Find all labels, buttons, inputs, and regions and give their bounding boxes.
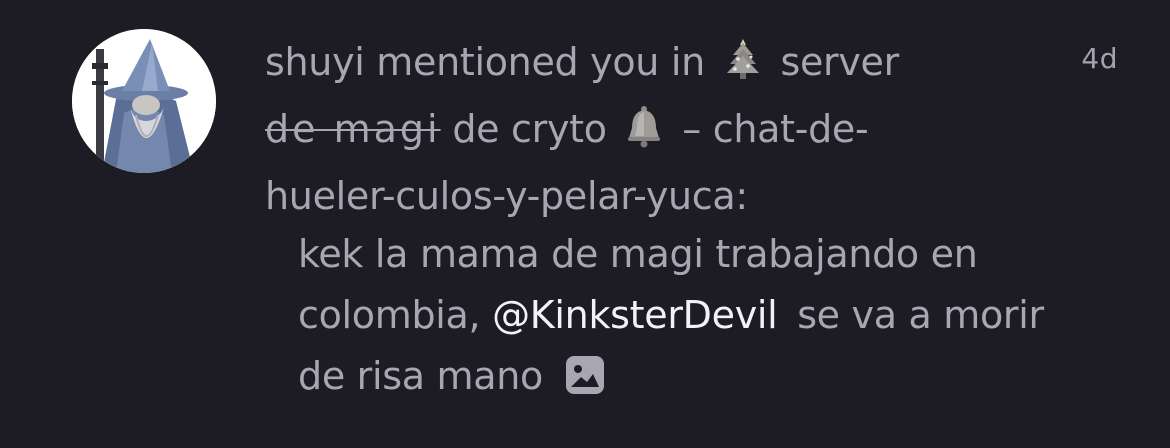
message-line-2: colombia, @KinksterDevil se va a morir <box>298 285 1118 346</box>
message-line-1: kek la mama de magi trabajando en <box>298 232 978 276</box>
bell-icon <box>624 104 664 166</box>
header-server-word: server <box>780 40 899 84</box>
message-line-3: de risa mano <box>298 346 1118 413</box>
message-text-post: se va a morir <box>797 293 1044 337</box>
header-line-2: de magi de cryto – chat-de- <box>265 99 985 166</box>
header-line-3: hueler-culos-y-pelar-yuca: <box>265 166 985 227</box>
header-line-1: shuyi mentioned you in server <box>265 32 985 99</box>
wizard-avatar-icon <box>72 29 216 173</box>
user-avatar[interactable] <box>72 29 216 173</box>
server-name-strikethrough: de magi <box>265 107 441 151</box>
mention-notification[interactable]: 4d shuyi mentioned you in server de magi… <box>0 0 1170 448</box>
server-name-rest: de cryto <box>452 107 607 151</box>
message-text-end: de risa mano <box>298 354 543 398</box>
image-attachment-icon[interactable] <box>565 352 605 413</box>
christmas-tree-icon <box>723 37 763 99</box>
message-content[interactable]: kek la mama de magi trabajando en colomb… <box>298 224 1118 413</box>
message-text-pre: colombia, <box>298 293 481 337</box>
channel-name-part1: chat-de- <box>712 107 869 151</box>
user-mention[interactable]: @KinksterDevil <box>492 293 778 337</box>
channel-name-part2: hueler-culos-y-pelar-yuca: <box>265 174 748 218</box>
header-prefix: shuyi mentioned you in <box>265 40 705 84</box>
header-separator: – <box>682 107 701 151</box>
timestamp: 4d <box>1081 42 1118 75</box>
notification-header[interactable]: shuyi mentioned you in server de magi de <box>265 32 985 227</box>
